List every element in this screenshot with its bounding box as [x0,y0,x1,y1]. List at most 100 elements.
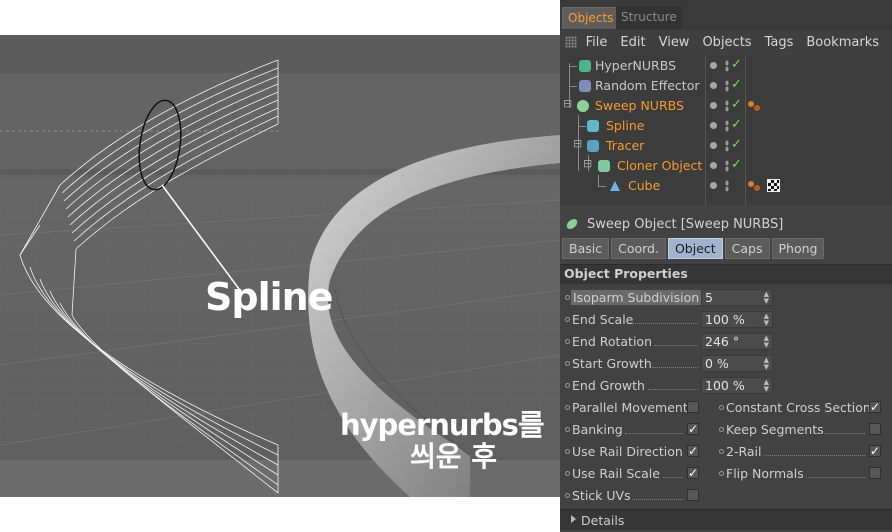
tab-structure[interactable]: Structure [616,7,682,29]
animate-dot[interactable] [565,405,570,410]
visibility-dot[interactable] [710,162,717,169]
tree-row-cloner[interactable]: ⊟ Cloner Object ✓ [560,156,892,176]
render-dots[interactable] [725,140,729,152]
use-rail-direction-checkbox[interactable]: ✓ [687,445,699,457]
render-dots[interactable] [725,100,729,112]
phong-tag-icon[interactable] [747,99,761,113]
flip-normals-checkbox[interactable] [869,467,881,479]
menu-tags[interactable]: Tags [765,35,794,50]
tree-row-random-effector[interactable]: Random Effector ✓ [560,76,892,96]
collapse-toggle-icon[interactable]: ⊟ [563,97,572,110]
option-label: Stick UVs [572,488,631,503]
tab-basic[interactable]: Basic [562,238,610,259]
tab-object[interactable]: Object [667,238,723,259]
animate-dot[interactable] [565,471,570,476]
animate-dot[interactable] [565,295,570,300]
keep-segments-checkbox[interactable] [869,423,881,435]
end-scale-input[interactable]: 100 % ▲ ▼ [701,311,773,328]
object-name: HyperNURBS [595,58,677,73]
option-keep-segments: Keep Segments [714,420,892,440]
enabled-check-icon[interactable]: ✓ [731,157,742,172]
field-label: Start Growth [572,356,652,371]
enabled-check-icon[interactable]: ✓ [731,117,742,132]
3d-viewport[interactable]: Spline hypernurbs를 씌운 후 [0,35,560,497]
animate-dot[interactable] [565,427,570,432]
tree-row-sweep-nurbs[interactable]: ⊟ Sweep NURBS ✓ [560,96,892,116]
spinner-icon: ▲ ▼ [763,290,769,305]
animate-dot[interactable] [565,449,570,454]
banking-checkbox[interactable]: ✓ [687,423,699,435]
object-manager-panel: Objects Structure File Edit View Objects… [560,0,892,532]
collapse-toggle-icon[interactable]: ⊟ [583,157,592,170]
tab-caps[interactable]: Caps [724,238,770,259]
visibility-dot[interactable] [710,122,717,129]
section-title: Object Properties [564,266,688,281]
collapse-toggle-icon[interactable]: ⊟ [573,137,582,150]
tab-objects[interactable]: Objects [562,7,620,29]
render-dots[interactable] [725,80,729,92]
menu-file[interactable]: File [586,35,608,50]
visibility-dot[interactable] [710,182,717,189]
visibility-dot[interactable] [710,62,717,69]
enabled-check-icon[interactable]: ✓ [731,57,742,72]
menu-bookmarks[interactable]: Bookmarks [806,35,879,50]
spinner-icon: ▲ ▼ [763,356,769,371]
visibility-dot[interactable] [710,102,717,109]
object-name: Sweep NURBS [595,98,684,113]
stick-uvs-checkbox[interactable] [687,489,699,501]
tab-coord[interactable]: Coord. [611,238,666,259]
grip-icon[interactable] [565,36,577,48]
option-label: 2-Rail [726,444,762,459]
tab-phong[interactable]: Phong [771,238,825,259]
enabled-check-icon[interactable]: ✓ [731,97,742,112]
spinner-icon: ▲ ▼ [763,312,769,327]
field-label: End Scale [572,312,634,327]
constant-cross-section-checkbox[interactable]: ✓ [869,401,881,413]
2-rail-checkbox[interactable]: ✓ [869,445,881,457]
tree-row-hypernurbs[interactable]: HyperNURBS ✓ [560,56,892,76]
menu-edit[interactable]: Edit [620,35,645,50]
expand-arrow-icon[interactable] [571,515,576,523]
attributes-header: Sweep Object [Sweep NURBS] [560,212,892,236]
animate-dot[interactable] [565,339,570,344]
animate-dot[interactable] [565,317,570,322]
object-name: Random Effector [595,78,700,93]
phong-tag-icon[interactable] [747,179,761,193]
menu-objects[interactable]: Objects [702,35,751,50]
animate-dot[interactable] [565,383,570,388]
tree-row-tracer[interactable]: ⊟ Tracer ✓ [560,136,892,156]
cloner-icon [598,160,610,172]
field-end-scale: End Scale 100 % ▲ ▼ [560,310,892,330]
animate-dot[interactable] [565,493,570,498]
render-dots[interactable] [725,60,729,72]
visibility-dot[interactable] [710,82,717,89]
manager-tabs: Objects Structure [560,0,892,30]
enabled-check-icon[interactable]: ✓ [731,137,742,152]
animate-dot[interactable] [565,361,570,366]
attribute-tabs: Basic Coord. Object Caps Phong [562,238,826,259]
enabled-check-icon[interactable]: ✓ [731,77,742,92]
object-properties-section[interactable]: Object Properties [560,264,892,284]
tree-row-spline[interactable]: Spline ✓ [560,116,892,136]
visibility-dot[interactable] [710,142,717,149]
parallel-movement-checkbox[interactable] [687,401,699,413]
animate-dot[interactable] [719,471,724,476]
animate-dot[interactable] [719,449,724,454]
use-rail-scale-checkbox[interactable]: ✓ [687,467,699,479]
material-tag-icon[interactable] [767,179,780,192]
animate-dot[interactable] [719,427,724,432]
end-rotation-input[interactable]: 246 ° ▲ ▼ [701,333,773,350]
render-dots[interactable] [725,160,729,172]
render-dots[interactable] [725,180,729,192]
details-section[interactable]: Details [560,509,892,530]
tree-row-cube[interactable]: Cube [560,176,892,196]
isoparm-input[interactable]: 5 ▲ ▼ [701,289,773,306]
option-stick-uvs: Stick UVs [560,486,892,506]
animate-dot[interactable] [719,405,724,410]
option-label: Keep Segments [726,422,824,437]
start-growth-input[interactable]: 0 % ▲ ▼ [701,355,773,372]
menu-view[interactable]: View [659,35,690,50]
end-growth-input[interactable]: 100 % ▲ ▼ [701,377,773,394]
tracer-icon [587,140,599,152]
render-dots[interactable] [725,120,729,132]
